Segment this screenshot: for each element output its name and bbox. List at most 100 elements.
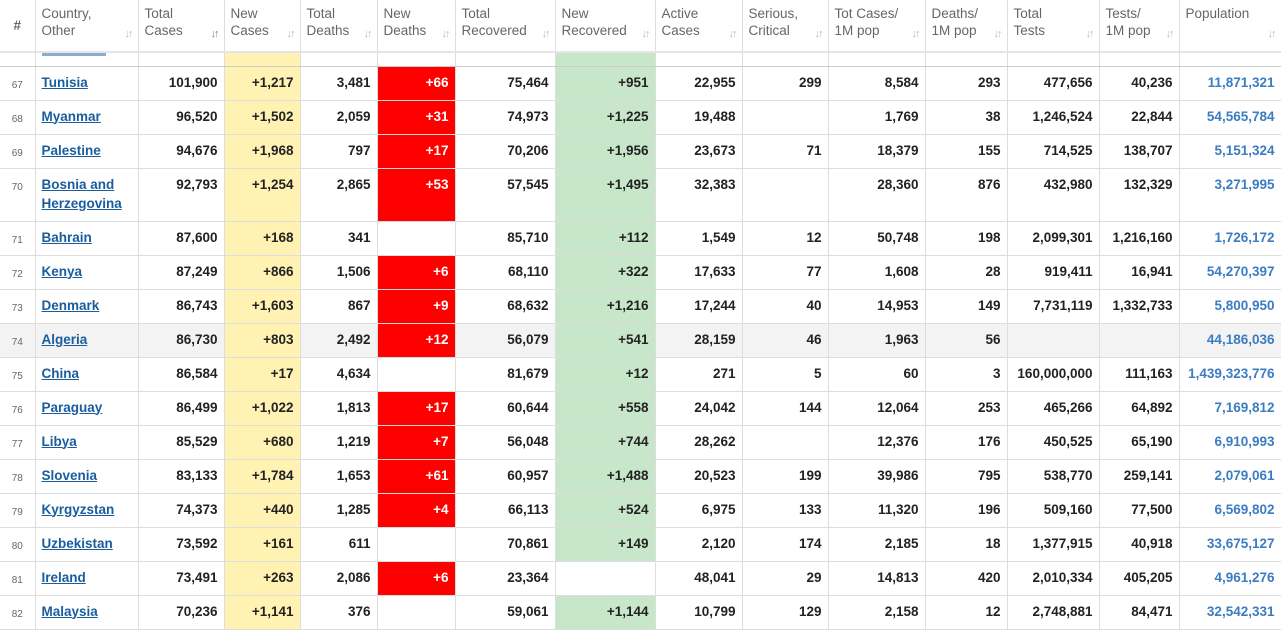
cell-deaths-1m: 3 xyxy=(925,357,1008,392)
column-header-active-cases[interactable]: Active Cases ↓↑ xyxy=(655,0,743,52)
cell-total-cases: 70,236 xyxy=(138,595,225,630)
cell-tot-cases-1m: 11,320 xyxy=(828,493,926,528)
cell-new-deaths: +53 xyxy=(377,168,456,222)
sort-arrows-icon[interactable]: ↓↑ xyxy=(542,26,551,43)
country-link[interactable]: Bahrain xyxy=(42,230,92,245)
country-link[interactable]: China xyxy=(42,366,80,381)
country-link[interactable]: Slovenia xyxy=(42,468,98,483)
country-link[interactable]: Bosnia and Herzegovina xyxy=(42,177,122,211)
sort-arrows-icon[interactable]: ↓↑ xyxy=(994,26,1003,43)
sort-arrows-icon[interactable]: ↓↑ xyxy=(1268,26,1277,43)
cell-deaths-1m: 155 xyxy=(925,134,1008,169)
cell-total-tests: 450,525 xyxy=(1007,425,1100,460)
sort-arrows-icon[interactable]: ↓↑ xyxy=(912,26,921,43)
table-row: 76 Paraguay 86,499 +1,022 1,813 +17 60,644 +558… xyxy=(0,391,1281,426)
column-header-new-recovered[interactable]: New Recovered ↓↑ xyxy=(555,0,656,52)
cell-rank: 69 xyxy=(0,134,36,169)
cell-rank: 82 xyxy=(0,595,36,630)
country-link[interactable]: Algeria xyxy=(42,332,88,347)
country-link[interactable]: Denmark xyxy=(42,298,100,313)
cell-population: 54,270,397 xyxy=(1179,255,1281,290)
column-header-total-tests[interactable]: Total Tests ↓↑ xyxy=(1007,0,1100,52)
cell-population: 44,186,036 xyxy=(1179,323,1281,358)
column-header-new-cases[interactable]: New Cases ↓↑ xyxy=(224,0,301,52)
header-label-line1: Total xyxy=(1013,6,1043,21)
sort-arrows-icon[interactable]: ↓↑ xyxy=(1086,26,1095,43)
cell-total-deaths: 611 xyxy=(300,527,378,562)
country-link[interactable]: Malaysia xyxy=(42,604,98,619)
cell-deaths-1m: 38 xyxy=(925,100,1008,135)
cell-new-recovered: +524 xyxy=(555,493,656,528)
cell-new-recovered: +12 xyxy=(555,357,656,392)
cell-active-cases: 32,383 xyxy=(655,168,743,222)
country-link[interactable]: Ireland xyxy=(42,570,86,585)
cell-new-recovered: +149 xyxy=(555,527,656,562)
column-header-country[interactable]: Country, Other ↓↑ xyxy=(35,0,139,52)
cell-tests-1m: 111,163 xyxy=(1099,357,1180,392)
cell-new-deaths xyxy=(377,221,456,256)
sort-arrows-icon[interactable]: ↓↑ xyxy=(364,26,373,43)
cell-total-deaths: 2,059 xyxy=(300,100,378,135)
country-link[interactable]: Myanmar xyxy=(42,109,101,124)
cell-total-tests: 509,160 xyxy=(1007,493,1100,528)
cell-total-recovered: 70,206 xyxy=(455,134,556,169)
sort-arrows-icon[interactable]: ↓↑ xyxy=(287,26,296,43)
column-header-tests-1m[interactable]: Tests/1M pop ↓↑ xyxy=(1099,0,1180,52)
column-header-deaths-1m[interactable]: Deaths/1M pop ↓↑ xyxy=(925,0,1008,52)
country-link[interactable]: Kenya xyxy=(42,264,83,279)
country-link[interactable]: Libya xyxy=(42,434,77,449)
cell-tests-1m: 64,892 xyxy=(1099,391,1180,426)
country-link[interactable]: Paraguay xyxy=(42,400,103,415)
cell-tests-1m: 132,329 xyxy=(1099,168,1180,222)
cell-new-cases: +168 xyxy=(224,221,301,256)
sort-arrows-icon[interactable]: ↓↑ xyxy=(1166,26,1175,43)
cell-new-deaths: +7 xyxy=(377,425,456,460)
country-link[interactable]: Kyrgyzstan xyxy=(42,502,115,517)
table-row: 79 Kyrgyzstan 74,373 +440 1,285 +4 66,113 +524 6… xyxy=(0,493,1281,528)
cell-deaths-1m: 12 xyxy=(925,595,1008,630)
column-header-tot-cases-1m[interactable]: Tot Cases/1M pop ↓↑ xyxy=(828,0,926,52)
country-link[interactable]: Tunisia xyxy=(42,75,88,90)
cell-active-cases: 10,799 xyxy=(655,595,743,630)
column-header-serious-critical[interactable]: Serious, Critical ↓↑ xyxy=(742,0,829,52)
country-link[interactable]: Palestine xyxy=(42,143,101,158)
cell-rank: 72 xyxy=(0,255,36,290)
cell-total-recovered: 74,973 xyxy=(455,100,556,135)
cell-deaths-1m: 176 xyxy=(925,425,1008,460)
column-header-population[interactable]: Population ↓↑ xyxy=(1179,0,1281,52)
sort-arrows-icon[interactable]: ↓↑ xyxy=(642,26,651,43)
spacer-row xyxy=(0,52,1281,67)
cell-new-deaths: +9 xyxy=(377,289,456,324)
cell-new-recovered: +1,956 xyxy=(555,134,656,169)
column-header-total-recovered[interactable]: Total Recovered ↓↑ xyxy=(455,0,556,52)
cell-rank: 73 xyxy=(0,289,36,324)
sort-arrows-icon[interactable]: ↓↑ xyxy=(125,26,134,43)
column-header-rank: # xyxy=(0,0,36,52)
cell-new-recovered: +541 xyxy=(555,323,656,358)
cell-total-recovered: 59,061 xyxy=(455,595,556,630)
cell-total-deaths: 376 xyxy=(300,595,378,630)
cell-active-cases: 6,975 xyxy=(655,493,743,528)
cell-deaths-1m: 18 xyxy=(925,527,1008,562)
header-label-line2: 1M pop xyxy=(931,23,977,38)
column-header-total-deaths[interactable]: Total Deaths ↓↑ xyxy=(300,0,378,52)
cell-tests-1m: 16,941 xyxy=(1099,255,1180,290)
sort-arrows-icon[interactable]: ↓↑ xyxy=(211,26,220,43)
cell-country: Malaysia xyxy=(35,595,139,630)
sort-arrows-icon[interactable]: ↓↑ xyxy=(815,26,824,43)
cell-serious-critical: 77 xyxy=(742,255,829,290)
cell-total-recovered: 85,710 xyxy=(455,221,556,256)
cell-tot-cases-1m: 8,584 xyxy=(828,66,926,101)
cell-total-deaths: 2,492 xyxy=(300,323,378,358)
sort-arrows-icon[interactable]: ↓↑ xyxy=(729,26,738,43)
cell-total-deaths: 867 xyxy=(300,289,378,324)
sort-arrows-icon[interactable]: ↓↑ xyxy=(442,26,451,43)
cell-country: Bahrain xyxy=(35,221,139,256)
column-header-new-deaths[interactable]: New Deaths ↓↑ xyxy=(377,0,456,52)
cell-active-cases: 24,042 xyxy=(655,391,743,426)
column-header-total-cases[interactable]: Total Cases ↓↑ xyxy=(138,0,225,52)
cell-total-tests: 2,010,334 xyxy=(1007,561,1100,596)
header-label-line2: Critical xyxy=(748,23,790,38)
country-link[interactable]: Uzbekistan xyxy=(42,536,113,551)
cell-active-cases: 17,633 xyxy=(655,255,743,290)
